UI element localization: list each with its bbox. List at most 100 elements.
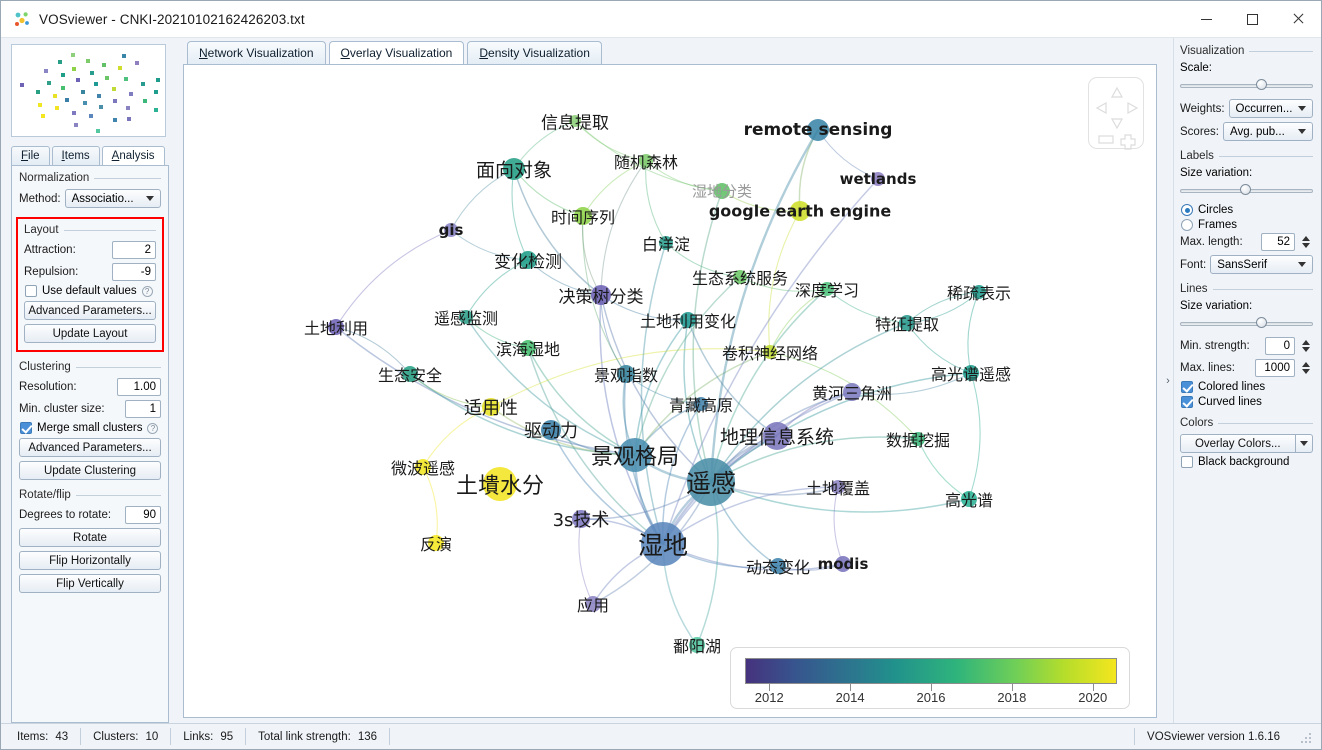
- network-node[interactable]: [963, 365, 979, 381]
- panel-resizer[interactable]: ›: [1163, 38, 1173, 723]
- colored-lines-row[interactable]: Colored lines: [1181, 381, 1313, 393]
- network-node[interactable]: [503, 158, 525, 180]
- network-node[interactable]: [714, 183, 730, 199]
- network-node[interactable]: [402, 366, 418, 382]
- network-node[interactable]: [770, 558, 786, 574]
- curved-lines-checkbox[interactable]: [1181, 396, 1193, 408]
- use-default-values-row[interactable]: Use default values ?: [25, 285, 156, 297]
- tab-overlay-visualization[interactable]: Overlay Visualization: [328, 41, 465, 64]
- network-node[interactable]: [415, 459, 431, 475]
- weights-select[interactable]: Occurren...: [1228, 99, 1313, 118]
- maximize-button[interactable]: [1229, 1, 1275, 37]
- network-node[interactable]: [618, 438, 652, 472]
- network-node[interactable]: [961, 491, 977, 507]
- tab-network-visualization[interactable]: Network Visualization: [187, 41, 326, 64]
- network-node[interactable]: [763, 345, 777, 359]
- help-icon[interactable]: ?: [141, 285, 153, 297]
- network-node[interactable]: [569, 115, 581, 127]
- network-node[interactable]: [835, 556, 851, 572]
- black-background-checkbox[interactable]: [1181, 456, 1193, 468]
- network-node[interactable]: [572, 510, 590, 528]
- tab-density-visualization[interactable]: Density Visualization: [467, 41, 602, 64]
- layout-advanced-parameters-button[interactable]: Advanced Parameters...: [24, 301, 156, 320]
- network-node[interactable]: [763, 422, 791, 450]
- network-node[interactable]: [585, 596, 601, 612]
- frames-radio-row[interactable]: Frames: [1181, 219, 1313, 231]
- network-node[interactable]: [444, 223, 458, 237]
- network-node[interactable]: [520, 340, 536, 356]
- line-size-variation-slider[interactable]: [1180, 316, 1313, 330]
- network-node[interactable]: [617, 365, 635, 383]
- network-node[interactable]: [639, 154, 653, 168]
- max-lines-stepper[interactable]: [1299, 359, 1313, 377]
- network-node[interactable]: [899, 315, 915, 331]
- clustering-advanced-parameters-button[interactable]: Advanced Parameters...: [19, 438, 161, 457]
- repulsion-input[interactable]: -9: [112, 263, 156, 281]
- network-node[interactable]: [641, 522, 685, 566]
- network-node[interactable]: [519, 251, 537, 269]
- update-clustering-button[interactable]: Update Clustering: [19, 461, 161, 480]
- flip-vertically-button[interactable]: Flip Vertically: [19, 574, 161, 593]
- slider-knob[interactable]: [1255, 317, 1267, 328]
- colored-lines-checkbox[interactable]: [1181, 381, 1193, 393]
- network-node[interactable]: [574, 207, 592, 225]
- max-length-input[interactable]: 52: [1261, 233, 1295, 251]
- network-node[interactable]: [591, 285, 611, 305]
- frames-radio[interactable]: [1181, 219, 1193, 231]
- attraction-input[interactable]: 2: [112, 241, 156, 259]
- network-node[interactable]: [483, 467, 517, 501]
- network-node[interactable]: [428, 535, 444, 551]
- network-node[interactable]: [972, 285, 986, 299]
- network-node[interactable]: [659, 236, 673, 250]
- network-node[interactable]: [541, 420, 561, 440]
- max-length-stepper[interactable]: [1299, 233, 1313, 251]
- network-node[interactable]: [790, 201, 810, 221]
- method-select[interactable]: Associatio...: [64, 189, 161, 208]
- max-lines-input[interactable]: 1000: [1255, 359, 1295, 377]
- network-node[interactable]: [733, 270, 747, 284]
- degrees-to-rotate-input[interactable]: 90: [125, 506, 161, 524]
- close-button[interactable]: [1275, 1, 1321, 37]
- network-node[interactable]: [680, 312, 696, 328]
- navigation-pad[interactable]: [1088, 77, 1144, 150]
- slider-knob[interactable]: [1239, 184, 1251, 195]
- update-layout-button[interactable]: Update Layout: [24, 324, 156, 343]
- font-select[interactable]: SansSerif: [1210, 255, 1313, 274]
- min-cluster-size-input[interactable]: 1: [125, 400, 161, 418]
- minimize-button[interactable]: [1183, 1, 1229, 37]
- scale-slider[interactable]: [1180, 78, 1313, 92]
- network-node[interactable]: [687, 458, 735, 506]
- network-node[interactable]: [831, 480, 845, 494]
- scores-select[interactable]: Avg. pub...: [1223, 122, 1313, 141]
- tab-file[interactable]: FFileile: [11, 146, 50, 165]
- resolution-input[interactable]: 1.00: [117, 378, 161, 396]
- flip-horizontally-button[interactable]: Flip Horizontally: [19, 551, 161, 570]
- network-node[interactable]: [328, 319, 344, 335]
- network-canvas[interactable]: 信息提取 remote sensing 面向对象 随机森林 wetlands 湿地分类 go…: [183, 64, 1157, 718]
- circles-radio[interactable]: [1181, 204, 1193, 216]
- network-node[interactable]: [807, 119, 829, 141]
- tab-analysis[interactable]: Analysis: [101, 146, 165, 165]
- network-node[interactable]: [482, 398, 500, 416]
- network-node[interactable]: [459, 310, 473, 324]
- min-strength-stepper[interactable]: [1299, 337, 1313, 355]
- resize-grip-icon[interactable]: [1300, 730, 1313, 743]
- network-node[interactable]: [689, 637, 705, 653]
- min-strength-input[interactable]: 0: [1265, 337, 1295, 355]
- network-node[interactable]: [911, 432, 925, 446]
- network-node[interactable]: [694, 397, 708, 411]
- network-node[interactable]: [843, 383, 861, 401]
- merge-small-clusters-checkbox[interactable]: [20, 422, 32, 434]
- black-background-row[interactable]: Black background: [1181, 456, 1313, 468]
- tab-items[interactable]: Items: [51, 146, 100, 165]
- overlay-colors-dropdown[interactable]: [1295, 434, 1313, 453]
- merge-small-clusters-row[interactable]: Merge small clusters ?: [20, 422, 161, 434]
- network-node[interactable]: [871, 172, 885, 186]
- slider-knob[interactable]: [1255, 79, 1267, 90]
- network-node[interactable]: [820, 282, 834, 296]
- overview-thumbnail[interactable]: [11, 44, 166, 137]
- circles-radio-row[interactable]: Circles: [1181, 204, 1313, 216]
- use-default-values-checkbox[interactable]: [25, 285, 37, 297]
- overlay-colors-button[interactable]: Overlay Colors...: [1180, 434, 1296, 453]
- label-size-variation-slider[interactable]: [1180, 183, 1313, 197]
